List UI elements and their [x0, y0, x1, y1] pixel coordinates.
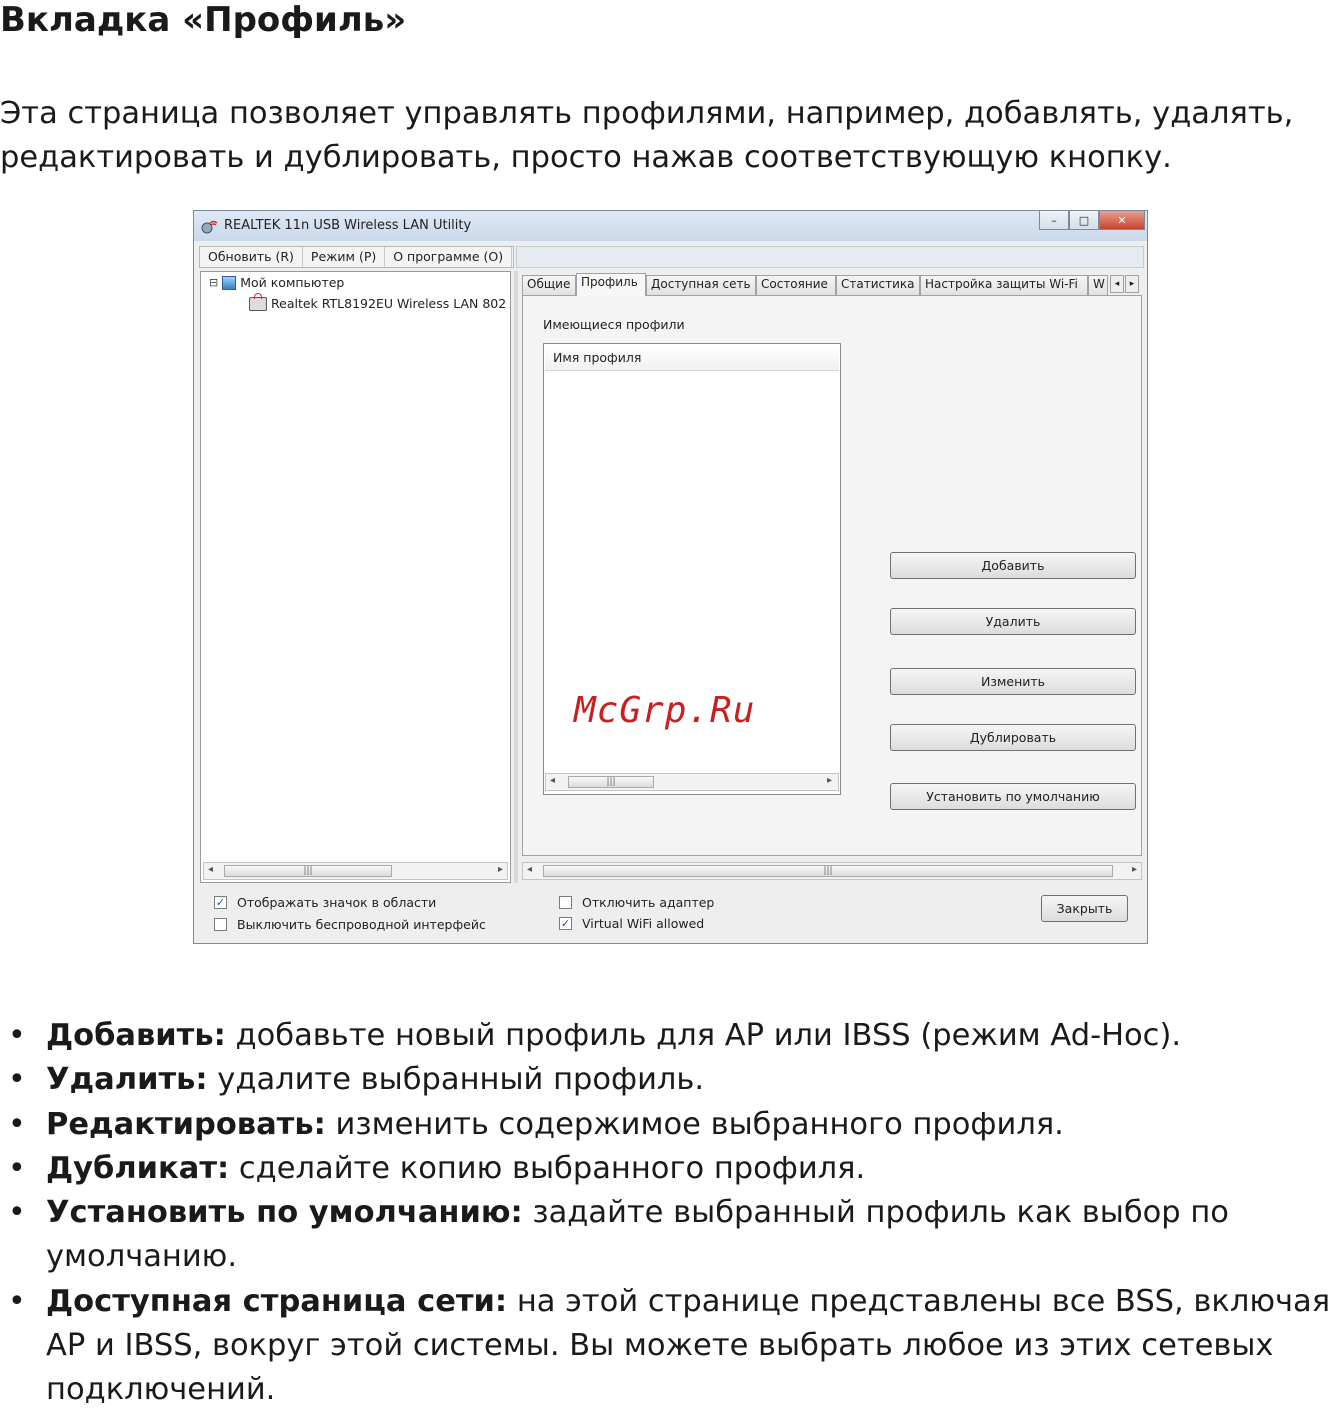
scroll-left-icon[interactable]: ◂	[527, 864, 532, 875]
available-profiles-label: Имеющиеся профили	[543, 317, 685, 332]
menu-refresh[interactable]: Обновить (R)	[200, 247, 303, 267]
disable-adapter-checkbox[interactable]: Отключить адаптер	[559, 895, 714, 910]
list-item-term: Дубликат:	[46, 1150, 230, 1186]
list-item: Дубликат: сделайте копию выбранного проф…	[0, 1147, 1335, 1192]
list-item: Установить по умолчанию: задайте выбранн…	[0, 1191, 1335, 1280]
profile-list-horizontal-scrollbar[interactable]: ◂ ||| ▸	[545, 773, 839, 791]
list-item: Удалить: удалите выбранный профиль.	[0, 1058, 1335, 1103]
window-title: REALTEK 11n USB Wireless LAN Utility	[224, 218, 472, 233]
list-item: Редактировать: изменить содержимое выбра…	[0, 1103, 1335, 1148]
virtual-wifi-checkbox[interactable]: ✓ Virtual WiFi allowed	[559, 916, 704, 931]
minimize-button[interactable]: –	[1039, 211, 1069, 230]
list-item-term: Добавить:	[46, 1018, 226, 1053]
wireless-app-icon	[201, 220, 218, 234]
watermark: McGrp.Ru	[574, 690, 756, 731]
bottom-options: ✓ Отображать значок в области Выключить …	[194, 887, 1147, 943]
menu-about[interactable]: О программе (O)	[385, 247, 513, 267]
tree-item-label: Мой компьютер	[240, 275, 345, 290]
list-item-text: сделайте копию выбранного профиля.	[229, 1150, 866, 1186]
intro-line: редактировать и дублировать, просто нажа…	[0, 140, 1172, 175]
window-titlebar[interactable]: REALTEK 11n USB Wireless LAN Utility – □…	[194, 211, 1147, 241]
tab-available-network[interactable]: Доступная сеть	[646, 275, 756, 295]
list-item-text: удалите выбранный профиль.	[207, 1062, 705, 1098]
tab-wifi-protection[interactable]: Настройка защиты Wi-Fi	[920, 275, 1088, 295]
scroll-right-icon[interactable]: ▸	[827, 775, 832, 786]
list-item-term: Доступная страница сети:	[46, 1283, 508, 1319]
pane-splitter[interactable]	[514, 271, 518, 883]
tab-partial[interactable]: W	[1088, 275, 1108, 295]
duplicate-button[interactable]: Дублировать	[890, 724, 1136, 751]
device-tree: ⊟ Мой компьютер Realtek RTL8192EU Wirele…	[200, 271, 511, 883]
checkbox-label: Выключить беспроводной интерфейс	[237, 917, 486, 932]
close-button[interactable]: Закрыть	[1041, 895, 1128, 922]
delete-button[interactable]: Удалить	[890, 608, 1136, 635]
intro-paragraph: Эта страница позволяет управлять профиля…	[0, 92, 1335, 180]
close-window-button[interactable]: ✕	[1099, 211, 1145, 230]
tab-statistics[interactable]: Статистика	[836, 275, 920, 295]
intro-line: Эта страница позволяет управлять профиля…	[0, 96, 1294, 131]
scrollbar-thumb[interactable]: |||	[543, 865, 1113, 877]
tab-strip: Общие Профиль Доступная сеть Состояние С…	[522, 273, 1142, 296]
menu-bar: Обновить (R) Режим (P) О программе (O)	[199, 246, 514, 268]
list-item-text: добавьте новый профиль для AP или IBSS (…	[225, 1018, 1182, 1053]
set-default-button[interactable]: Установить по умолчанию	[890, 783, 1136, 810]
scrollbar-thumb[interactable]: |||	[224, 865, 392, 877]
add-button[interactable]: Добавить	[890, 552, 1136, 579]
list-item: Доступная страница сети: на этой страниц…	[0, 1280, 1335, 1413]
scroll-right-icon[interactable]: ▸	[498, 864, 503, 875]
checkbox-label: Virtual WiFi allowed	[582, 916, 705, 931]
checkbox-label: Отображать значок в области	[237, 895, 437, 910]
maximize-button[interactable]: □	[1069, 211, 1099, 230]
disable-wireless-checkbox[interactable]: Выключить беспроводной интерфейс	[214, 917, 486, 932]
page-title: Вкладка «Профиль»	[0, 0, 407, 40]
tab-scroll-left-icon[interactable]: ◂	[1110, 275, 1124, 293]
tab-scroll-right-icon[interactable]: ▸	[1125, 275, 1139, 293]
show-tray-icon-checkbox[interactable]: ✓ Отображать значок в области	[214, 895, 436, 910]
list-item-term: Удалить:	[46, 1062, 208, 1098]
tab-profile[interactable]: Профиль	[576, 273, 646, 296]
right-pane-horizontal-scrollbar[interactable]: ◂ ||| ▸	[522, 862, 1142, 880]
wireless-adapter-icon	[249, 292, 267, 311]
scroll-left-icon[interactable]: ◂	[550, 775, 555, 786]
menu-mode[interactable]: Режим (P)	[303, 247, 386, 267]
scroll-left-icon[interactable]: ◂	[208, 864, 213, 875]
tree-item-my-computer[interactable]: ⊟ Мой компьютер	[209, 275, 344, 290]
list-item: Добавить: добавьте новый профиль для AP …	[0, 1014, 1335, 1059]
menu-bar-filler	[516, 246, 1144, 268]
window-controls: – □ ✕	[1039, 211, 1145, 231]
edit-button[interactable]: Изменить	[890, 668, 1136, 695]
checkbox-unchecked-icon[interactable]	[559, 896, 572, 909]
computer-icon	[222, 275, 237, 290]
scroll-right-icon[interactable]: ▸	[1132, 864, 1137, 875]
list-item-term: Установить по умолчанию:	[46, 1195, 523, 1231]
scrollbar-thumb[interactable]: |||	[568, 776, 654, 788]
checkbox-label: Отключить адаптер	[582, 895, 715, 910]
tree-item-adapter[interactable]: Realtek RTL8192EU Wireless LAN 802	[249, 292, 507, 311]
checkbox-checked-icon[interactable]: ✓	[214, 896, 227, 909]
tree-collapse-icon[interactable]: ⊟	[209, 276, 218, 289]
tab-general[interactable]: Общие	[522, 275, 576, 295]
feature-list: Добавить: добавьте новый профиль для AP …	[0, 1014, 1335, 1413]
profile-name-column-header[interactable]: Имя профиля	[545, 345, 839, 371]
tree-horizontal-scrollbar[interactable]: ◂ ||| ▸	[203, 862, 508, 880]
checkbox-checked-icon[interactable]: ✓	[559, 917, 572, 930]
tree-item-label: Realtek RTL8192EU Wireless LAN 802	[271, 296, 507, 311]
tab-status[interactable]: Состояние	[756, 275, 836, 295]
utility-window: REALTEK 11n USB Wireless LAN Utility – □…	[193, 210, 1148, 944]
checkbox-unchecked-icon[interactable]	[214, 918, 227, 931]
list-item-term: Редактировать:	[46, 1106, 326, 1142]
list-item-text: изменить содержимое выбранного профиля.	[325, 1106, 1064, 1142]
profile-tab-panel: Имеющиеся профили Имя профиля ◂ ||| ▸ До…	[522, 295, 1142, 856]
